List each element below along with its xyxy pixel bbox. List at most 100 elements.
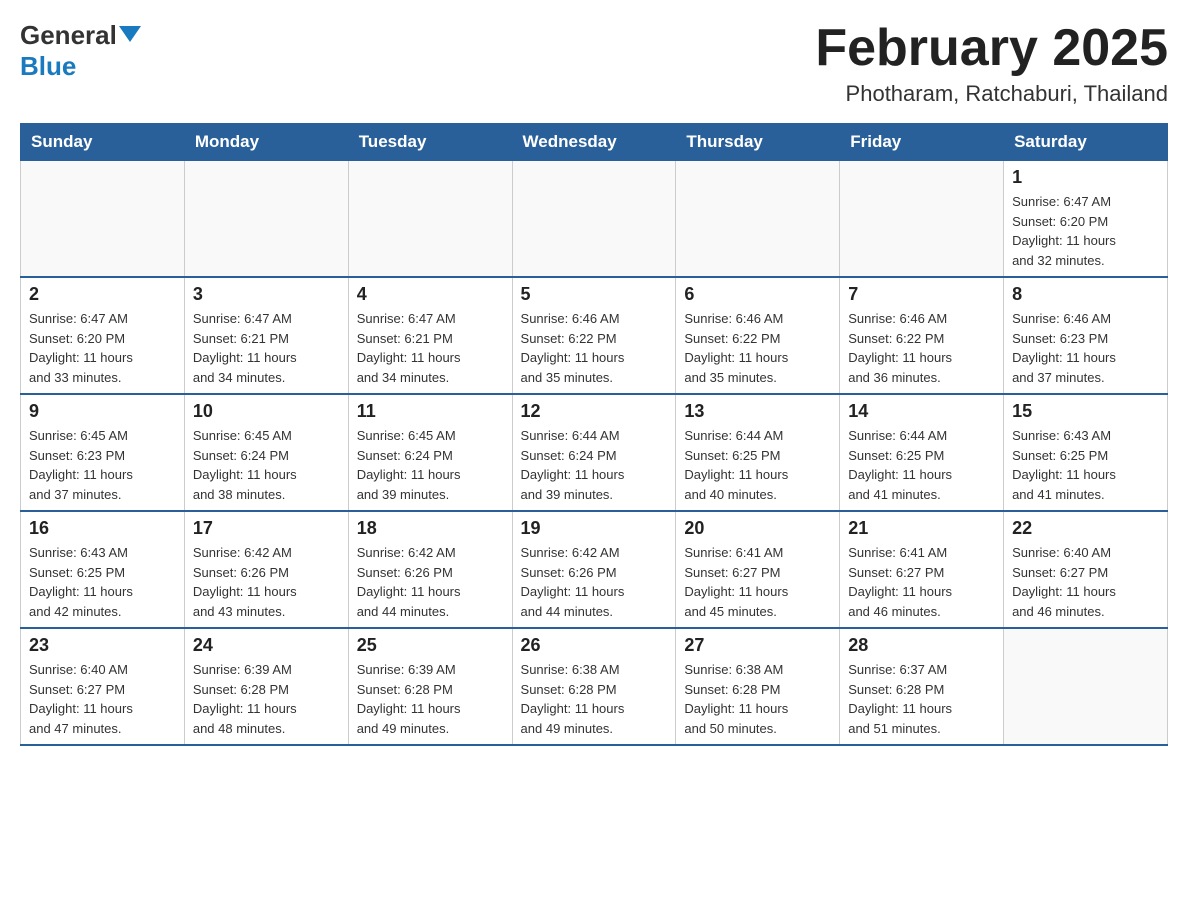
day-info: Sunrise: 6:42 AM Sunset: 6:26 PM Dayligh… [357,543,504,621]
day-number: 17 [193,518,340,539]
calendar-cell: 17 Sunrise: 6:42 AM Sunset: 6:26 PM Dayli… [184,511,348,628]
day-info: Sunrise: 6:42 AM Sunset: 6:26 PM Dayligh… [193,543,340,621]
calendar-week-row: 16Sunrise: 6:43 AM Sunset: 6:25 PM Dayli… [21,511,1168,628]
day-info: Sunrise: 6:47 AM Sunset: 6:21 PM Dayligh… [357,309,504,387]
page-header: General Blue February 2025 Photharam, Ra… [20,20,1168,107]
calendar-cell: 18Sunrise: 6:42 AM Sunset: 6:26 PM Dayli… [348,511,512,628]
weekday-header-monday: Monday [184,124,348,161]
calendar-cell [348,161,512,278]
day-number: 13 [684,401,831,422]
calendar-cell: 7 Sunrise: 6:46 AM Sunset: 6:22 PM Daylig… [840,277,1004,394]
calendar-week-row: 9 Sunrise: 6:45 AM Sunset: 6:23 PM Daylig… [21,394,1168,511]
weekday-header-friday: Friday [840,124,1004,161]
calendar-cell [21,161,185,278]
day-number: 20 [684,518,831,539]
day-info: Sunrise: 6:38 AM Sunset: 6:28 PM Dayligh… [684,660,831,738]
day-number: 9 [29,401,176,422]
day-info: Sunrise: 6:43 AM Sunset: 6:25 PM Dayligh… [1012,426,1159,504]
day-info: Sunrise: 6:45 AM Sunset: 6:24 PM Dayligh… [193,426,340,504]
day-info: Sunrise: 6:39 AM Sunset: 6:28 PM Dayligh… [193,660,340,738]
day-info: Sunrise: 6:40 AM Sunset: 6:27 PM Dayligh… [29,660,176,738]
calendar-cell: 24 Sunrise: 6:39 AM Sunset: 6:28 PM Dayli… [184,628,348,745]
day-info: Sunrise: 6:45 AM Sunset: 6:24 PM Dayligh… [357,426,504,504]
calendar-cell: 4 Sunrise: 6:47 AM Sunset: 6:21 PM Daylig… [348,277,512,394]
day-info: Sunrise: 6:44 AM Sunset: 6:25 PM Dayligh… [684,426,831,504]
calendar-subtitle: Photharam, Ratchaburi, Thailand [815,81,1168,107]
day-info: Sunrise: 6:39 AM Sunset: 6:28 PM Dayligh… [357,660,504,738]
logo: General Blue [20,20,141,82]
day-number: 24 [193,635,340,656]
day-info: Sunrise: 6:37 AM Sunset: 6:28 PM Dayligh… [848,660,995,738]
logo-general-text: General [20,20,117,51]
calendar-cell [1004,628,1168,745]
day-number: 26 [521,635,668,656]
calendar-cell: 8Sunrise: 6:46 AM Sunset: 6:23 PM Daylig… [1004,277,1168,394]
calendar-cell: 26Sunrise: 6:38 AM Sunset: 6:28 PM Dayli… [512,628,676,745]
calendar-cell: 27 Sunrise: 6:38 AM Sunset: 6:28 PM Dayli… [676,628,840,745]
day-info: Sunrise: 6:47 AM Sunset: 6:20 PM Dayligh… [1012,192,1159,270]
calendar-cell: 13 Sunrise: 6:44 AM Sunset: 6:25 PM Dayli… [676,394,840,511]
day-info: Sunrise: 6:46 AM Sunset: 6:22 PM Dayligh… [521,309,668,387]
calendar-cell: 25 Sunrise: 6:39 AM Sunset: 6:28 PM Dayli… [348,628,512,745]
calendar-cell: 15 Sunrise: 6:43 AM Sunset: 6:25 PM Dayli… [1004,394,1168,511]
day-number: 19 [521,518,668,539]
calendar-cell: 1 Sunrise: 6:47 AM Sunset: 6:20 PM Daylig… [1004,161,1168,278]
day-number: 2 [29,284,176,305]
day-number: 10 [193,401,340,422]
calendar-cell: 9 Sunrise: 6:45 AM Sunset: 6:23 PM Daylig… [21,394,185,511]
day-number: 23 [29,635,176,656]
calendar-week-row: 2 Sunrise: 6:47 AM Sunset: 6:20 PM Daylig… [21,277,1168,394]
calendar-cell: 19 Sunrise: 6:42 AM Sunset: 6:26 PM Dayli… [512,511,676,628]
day-info: Sunrise: 6:47 AM Sunset: 6:21 PM Dayligh… [193,309,340,387]
day-info: Sunrise: 6:41 AM Sunset: 6:27 PM Dayligh… [848,543,995,621]
day-info: Sunrise: 6:44 AM Sunset: 6:24 PM Dayligh… [521,426,668,504]
day-number: 25 [357,635,504,656]
calendar-cell: 28 Sunrise: 6:37 AM Sunset: 6:28 PM Dayli… [840,628,1004,745]
calendar-cell [676,161,840,278]
calendar-cell: 5 Sunrise: 6:46 AM Sunset: 6:22 PM Daylig… [512,277,676,394]
day-info: Sunrise: 6:43 AM Sunset: 6:25 PM Dayligh… [29,543,176,621]
calendar-cell: 12 Sunrise: 6:44 AM Sunset: 6:24 PM Dayli… [512,394,676,511]
day-info: Sunrise: 6:47 AM Sunset: 6:20 PM Dayligh… [29,309,176,387]
calendar-cell: 16Sunrise: 6:43 AM Sunset: 6:25 PM Dayli… [21,511,185,628]
day-number: 28 [848,635,995,656]
weekday-header-saturday: Saturday [1004,124,1168,161]
calendar-week-row: 23 Sunrise: 6:40 AM Sunset: 6:27 PM Dayli… [21,628,1168,745]
logo-blue-text: Blue [20,51,76,82]
calendar-cell: 22 Sunrise: 6:40 AM Sunset: 6:27 PM Dayli… [1004,511,1168,628]
calendar-cell: 2 Sunrise: 6:47 AM Sunset: 6:20 PM Daylig… [21,277,185,394]
weekday-header-wednesday: Wednesday [512,124,676,161]
day-info: Sunrise: 6:45 AM Sunset: 6:23 PM Dayligh… [29,426,176,504]
calendar-cell [840,161,1004,278]
calendar-cell: 20 Sunrise: 6:41 AM Sunset: 6:27 PM Dayli… [676,511,840,628]
calendar-cell: 21 Sunrise: 6:41 AM Sunset: 6:27 PM Dayli… [840,511,1004,628]
day-number: 5 [521,284,668,305]
day-info: Sunrise: 6:42 AM Sunset: 6:26 PM Dayligh… [521,543,668,621]
day-number: 21 [848,518,995,539]
calendar-cell: 14Sunrise: 6:44 AM Sunset: 6:25 PM Dayli… [840,394,1004,511]
calendar-cell: 3 Sunrise: 6:47 AM Sunset: 6:21 PM Daylig… [184,277,348,394]
day-number: 11 [357,401,504,422]
day-info: Sunrise: 6:46 AM Sunset: 6:22 PM Dayligh… [684,309,831,387]
calendar-table: SundayMondayTuesdayWednesdayThursdayFrid… [20,123,1168,746]
day-number: 22 [1012,518,1159,539]
day-info: Sunrise: 6:40 AM Sunset: 6:27 PM Dayligh… [1012,543,1159,621]
day-number: 7 [848,284,995,305]
day-number: 4 [357,284,504,305]
title-block: February 2025 Photharam, Ratchaburi, Tha… [815,20,1168,107]
weekday-header-row: SundayMondayTuesdayWednesdayThursdayFrid… [21,124,1168,161]
day-number: 8 [1012,284,1159,305]
day-info: Sunrise: 6:46 AM Sunset: 6:22 PM Dayligh… [848,309,995,387]
day-number: 6 [684,284,831,305]
day-number: 14 [848,401,995,422]
day-number: 12 [521,401,668,422]
day-number: 15 [1012,401,1159,422]
weekday-header-sunday: Sunday [21,124,185,161]
day-number: 1 [1012,167,1159,188]
calendar-cell: 23 Sunrise: 6:40 AM Sunset: 6:27 PM Dayli… [21,628,185,745]
day-number: 27 [684,635,831,656]
logo-arrow-icon [119,26,141,42]
calendar-cell [512,161,676,278]
day-info: Sunrise: 6:41 AM Sunset: 6:27 PM Dayligh… [684,543,831,621]
day-number: 3 [193,284,340,305]
